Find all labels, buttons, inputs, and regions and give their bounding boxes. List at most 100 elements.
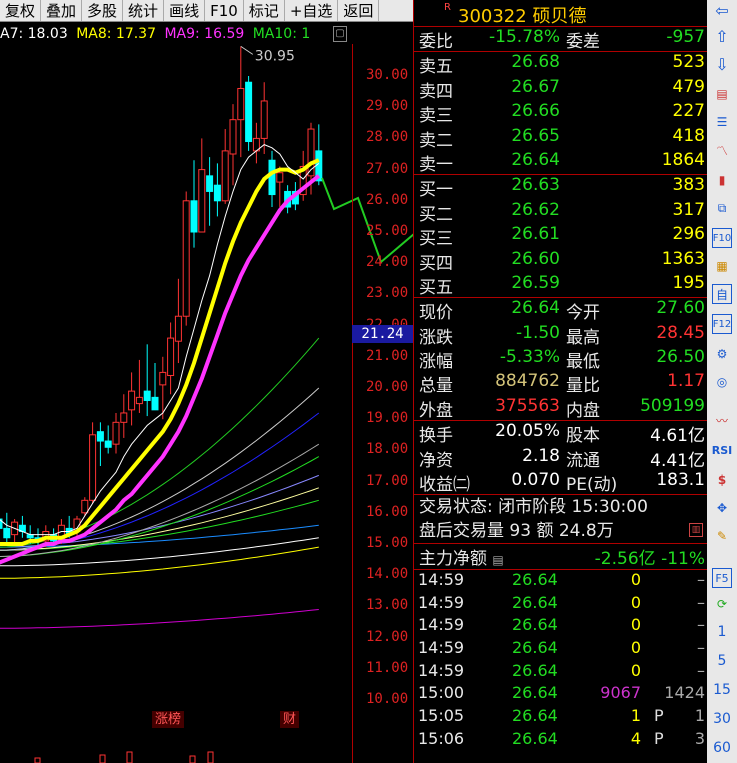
zhangbang-tag[interactable]: 涨榜 [152, 711, 185, 728]
period-15[interactable]: 15 [707, 682, 737, 698]
toolbar-f10-button[interactable]: F10 [205, 0, 244, 21]
r-badge: R [444, 2, 451, 13]
indicator-icon[interactable]: 〰 [712, 410, 732, 430]
chart-icon[interactable]: ▥ [689, 523, 703, 538]
toolbar-biaoji-button[interactable]: 标记 [244, 0, 285, 21]
tick-row: 14:59 26.64 0– [418, 660, 705, 680]
quote-row: 涨跌 -1.50 最高 28.45 [419, 322, 705, 348]
quote-stats: 现价 26.64 今开 27.60 涨跌 -1.50 最高 28.45 涨幅 -5.33% 最低 26… [414, 298, 707, 421]
window-icon[interactable]: ⧉ [712, 198, 732, 218]
period-30[interactable]: 30 [707, 711, 737, 727]
quote-row: 总量 884762 量比 1.17 [419, 371, 705, 397]
ma7-value: A7: 18.03 [0, 26, 68, 42]
toolbar-back-button[interactable]: 返回 [338, 0, 380, 21]
weibi-row: 委比 -15.78% 委差 -957 [419, 27, 705, 52]
toolbar-duogu-button[interactable]: 多股 [82, 0, 124, 21]
f10-icon[interactable]: F10 [712, 228, 732, 248]
arrow-left-icon[interactable]: ⇦ [712, 0, 732, 20]
ask-row[interactable]: 卖五 26.68 523 [414, 52, 707, 77]
candle-body [229, 119, 237, 155]
dollar-icon[interactable]: $ [712, 470, 732, 490]
price-tick: 30.00 [366, 67, 409, 83]
candle-icon[interactable]: ▮ [712, 170, 732, 190]
circle-icon[interactable]: ◎ [712, 372, 732, 392]
cai-tag[interactable]: 财 [280, 711, 300, 728]
candle-body [104, 440, 112, 448]
bid-levels: 买一 26.63 383 买二 26.62 317 买三 26.61 296 买四 26.60 136… [414, 175, 707, 298]
toolbar-tongji-button[interactable]: 统计 [123, 0, 165, 21]
tool-sidebar: ⇦ ⇧ ⇩ ▤ ☰ 〽 ▮ ⧉ F10 ▦ 自 F12 ⚙ ◎ 〰 RSI $ … [707, 0, 737, 763]
fund-flow-value: -2.56亿 -11% [594, 549, 705, 570]
toolbar-huaxian-button[interactable]: 画线 [164, 0, 206, 21]
chart-toolbar: 复权 叠加 多股 统计 画线 F10 标记 +自选 返回 [0, 0, 413, 22]
list-icon[interactable]: ☰ [712, 112, 732, 132]
tick-row: 14:59 26.64 0– [418, 592, 705, 612]
price-tick: 19.00 [366, 410, 409, 427]
bid-row[interactable]: 买三 26.61 296 [414, 224, 707, 249]
pencil-icon[interactable]: ✎ [712, 526, 732, 546]
candle-body [167, 337, 175, 377]
arrow-down-icon[interactable]: ⇩ [712, 54, 732, 74]
ma8-value: MA8: 17.37 [76, 26, 156, 42]
tick-list: 14:59 26.64 0– 14:59 26.64 0– 14:59 26.64 0– 14:5… [414, 570, 707, 752]
candle-body [268, 159, 276, 196]
fundamentals: 换手 20.05% 股本 4.61亿 净资 2.18 流通 4.41亿 收益㈡ 0.070 PE(动… [414, 421, 707, 496]
tick-row: 14:59 26.64 0– [418, 637, 705, 657]
candle-body [174, 315, 182, 342]
tick-row: 15:05 26.64 1 P 1 [418, 705, 705, 725]
layers-icon[interactable]: ▦ [712, 256, 732, 276]
period-1[interactable]: 1 [707, 624, 737, 640]
fund-flow-row[interactable]: 主力净额 ▤ -2.56亿 -11% [414, 544, 707, 570]
toolbar-add-watchlist-button[interactable]: +自选 [285, 0, 339, 21]
ask-row[interactable]: 卖二 26.65 418 [414, 126, 707, 151]
candle-body [260, 100, 268, 139]
volume-bar [99, 754, 106, 763]
arrow-up-icon[interactable]: ⇧ [712, 26, 732, 46]
bid-row[interactable]: 买二 26.62 317 [414, 200, 707, 225]
bid-row[interactable]: 买一 26.63 383 [414, 175, 707, 200]
fundamental-row: 换手 20.05% 股本 4.61亿 [419, 421, 705, 447]
price-tick: 12.00 [366, 628, 409, 645]
ask-row[interactable]: 卖一 26.64 1864 [414, 150, 707, 175]
f12-icon[interactable]: F12 [712, 314, 732, 334]
quote-row: 涨幅 -5.33% 最低 26.50 [419, 347, 705, 373]
fund-flow-label: 主力净额 ▤ [419, 549, 504, 570]
toolbar-fuquan-button[interactable]: 复权 [0, 0, 42, 21]
gear-icon[interactable]: ⚙ [712, 344, 732, 364]
candle-body [89, 434, 97, 501]
ma9-line [0, 174, 321, 565]
price-tick: 10.00 [366, 691, 409, 707]
price-axis-line [352, 44, 353, 763]
line-chart-icon[interactable]: 〽 [712, 140, 732, 160]
candle-body [198, 169, 206, 233]
rsi-icon[interactable]: RSI [712, 440, 733, 460]
ask-row[interactable]: 卖三 26.66 227 [414, 101, 707, 126]
f5-icon[interactable]: F5 [712, 568, 732, 588]
bid-row[interactable]: 买四 26.60 1363 [414, 249, 707, 274]
price-tick: 27.00 [366, 160, 409, 177]
after-hours-status: 盘后交易量 93 额 24.8万 ▥ [414, 519, 707, 543]
tick-row: 14:59 26.64 0– [418, 569, 705, 589]
refresh-icon[interactable]: ⟳ [712, 594, 732, 614]
price-tick: 11.00 [366, 659, 409, 676]
candle-body [190, 200, 198, 233]
trade-status: 交易状态: 闭市阶段 15:30:00 [419, 497, 648, 518]
candle-body [276, 172, 284, 183]
toolbar-diejia-button[interactable]: 叠加 [41, 0, 83, 21]
price-tick: 15.00 [366, 535, 409, 551]
zixuan-icon[interactable]: 自 [712, 284, 732, 304]
bid-row[interactable]: 买五 26.59 195 [414, 273, 707, 298]
ask-row[interactable]: 卖四 26.67 479 [414, 77, 707, 102]
volume-bar [189, 755, 196, 763]
candle-body [26, 534, 34, 539]
ma-settings-button[interactable]: ▢ [333, 26, 347, 42]
period-60[interactable]: 60 [707, 740, 737, 756]
period-5[interactable]: 5 [707, 653, 737, 669]
candle-body [120, 412, 128, 423]
move-icon[interactable]: ✥ [712, 498, 732, 518]
high-price-label: 30.95 [255, 48, 295, 64]
report-icon[interactable]: ▤ [712, 84, 732, 104]
fundamental-row: 收益㈡ 0.070 PE(动) 183.1 [419, 470, 705, 496]
quote-row: 外盘 375563 内盘 509199 [419, 395, 705, 421]
tick-row: 15:00 26.64 9067 1424 [418, 683, 705, 703]
